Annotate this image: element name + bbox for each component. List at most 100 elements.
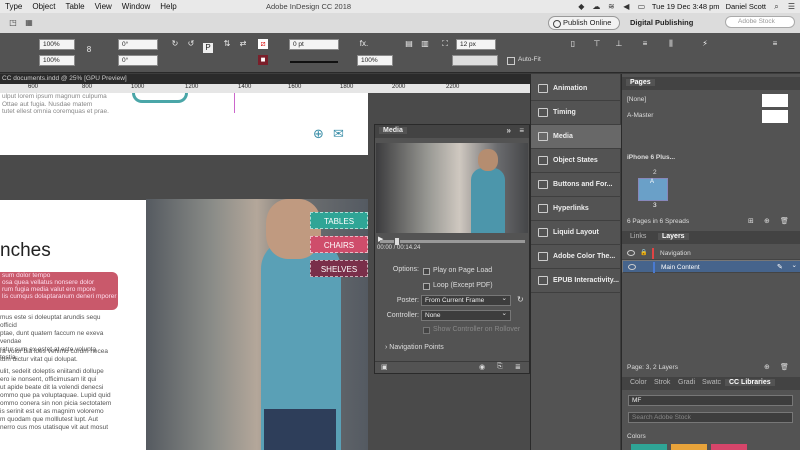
fit-frame-icon[interactable]: ⛶ (440, 39, 450, 49)
intro-box[interactable]: sum dolor tempo osa quea vellatus nonser… (0, 272, 118, 310)
refresh-icon[interactable]: ↻ (517, 295, 524, 304)
menu-object[interactable]: Object (27, 2, 60, 11)
library-swatch[interactable] (671, 444, 707, 450)
none-thumbnail[interactable] (762, 94, 788, 107)
visibility-eye-icon[interactable] (627, 250, 635, 256)
panel-timing[interactable]: Timing (531, 101, 621, 125)
panel-object-states[interactable]: Object States (531, 149, 621, 173)
navigation-points-toggle[interactable]: › Navigation Points (385, 344, 444, 351)
menu-window[interactable]: Window (117, 2, 155, 11)
library-select[interactable]: MF (628, 395, 793, 406)
library-swatch[interactable] (631, 444, 667, 450)
panel-epub[interactable]: EPUB Interactivity... (531, 269, 621, 293)
none-master[interactable]: [None] (627, 96, 646, 103)
export-icon[interactable]: ⎘ (497, 363, 503, 371)
collapse-icon[interactable]: » (507, 126, 511, 135)
preview-icon[interactable]: ◉ (479, 363, 485, 371)
new-page-icon[interactable]: ⊕ (764, 217, 770, 225)
scale-x-field[interactable]: 100% (39, 39, 75, 50)
constrain-proportions-icon[interactable]: 8 (84, 45, 94, 55)
options-menu-icon[interactable]: ≣ (515, 363, 521, 371)
select-container-icon[interactable]: ⇅ (222, 39, 232, 49)
stroke-type-preview[interactable] (290, 61, 338, 63)
panel-buttons-forms[interactable]: Buttons and For... (531, 173, 621, 197)
panel-adobe-color[interactable]: Adobe Color The... (531, 245, 621, 269)
pen-icon[interactable]: ✎ (777, 261, 783, 274)
distribute-horizontal-icon[interactable]: ⫼ (666, 39, 676, 49)
user-name[interactable]: Daniel Scott (726, 2, 766, 11)
dropbox-icon[interactable]: ◆ (577, 2, 586, 11)
visibility-eye-icon[interactable] (628, 264, 636, 270)
color-tab[interactable]: Color (630, 379, 647, 386)
new-layer-icon[interactable]: ⊕ (764, 363, 770, 371)
gap-size-field[interactable]: 12 px (456, 39, 496, 50)
place-video-icon[interactable]: ▣ (381, 363, 388, 371)
menu-help[interactable]: Help (155, 2, 181, 11)
lock-icon[interactable]: 🔒 (640, 247, 647, 260)
video-preview[interactable] (376, 143, 528, 233)
battery-icon[interactable]: ▭ (637, 2, 646, 11)
menu-table[interactable]: Table (60, 2, 89, 11)
distribute-vertical-icon[interactable]: ≡ (640, 39, 650, 49)
rotate-field[interactable]: 0° (118, 39, 158, 50)
reference-point-icon[interactable]: P (203, 43, 213, 53)
quick-apply-icon[interactable]: ⚡ (700, 39, 710, 49)
auto-fit-checkbox[interactable] (507, 57, 515, 65)
media-panel-tab[interactable]: Media (379, 127, 407, 134)
tag-tables-button[interactable]: TABLES (310, 212, 368, 229)
a-master[interactable]: A-Master (627, 112, 653, 119)
align-top-icon[interactable]: ⊤ (592, 39, 602, 49)
spotlight-icon[interactable]: ⌕ (772, 2, 781, 11)
menu-view[interactable]: View (90, 2, 117, 11)
fill-swatch-icon[interactable]: ⧄ (258, 39, 268, 49)
rotate-cw-icon[interactable]: ↻ (170, 39, 180, 49)
workspace-switcher[interactable]: Digital Publishing (630, 18, 693, 27)
page-thumbnail-2[interactable]: A (638, 178, 668, 201)
opacity-field[interactable]: 100% (357, 55, 393, 66)
mail-icon[interactable]: ✉ (333, 126, 344, 142)
body-paragraph-3[interactable]: ulit, sedelit doleptis eniitandi dollupe… (0, 368, 112, 432)
loop-checkbox[interactable] (423, 283, 430, 290)
video-frame-image[interactable]: TABLES CHAIRS SHELVES (146, 199, 368, 450)
colors-section-label[interactable]: Colors (627, 433, 646, 440)
library-search[interactable]: Search Adobe Stock (628, 412, 793, 423)
select-next-icon[interactable]: ⇄ (238, 39, 248, 49)
tag-chairs-button[interactable]: CHAIRS (310, 236, 368, 253)
page-size-icon[interactable]: ⊞ (748, 217, 754, 225)
page-spread-2[interactable]: nches sum dolor tempo osa quea vellatus … (0, 200, 146, 450)
library-swatch[interactable] (711, 444, 747, 450)
panel-liquid-layout[interactable]: Liquid Layout (531, 221, 621, 245)
volume-icon[interactable]: ◀ (622, 2, 631, 11)
panel-menu-icon[interactable]: ≡ (770, 39, 780, 49)
effects-label[interactable]: fx. (357, 39, 371, 49)
globe-icon[interactable]: ⊕ (313, 126, 324, 142)
play-on-load-checkbox[interactable] (423, 268, 430, 275)
delete-page-icon[interactable]: 🗑 (780, 217, 789, 225)
cloud-icon[interactable]: ☁ (592, 2, 601, 11)
show-controller-checkbox[interactable] (423, 327, 430, 334)
page-spread-1[interactable]: ulput lorem ipsum magnum culpuma Ottae a… (0, 93, 368, 155)
layer-navigation[interactable]: 🔒 Navigation (622, 247, 800, 260)
zoom-level-icon[interactable]: ▦ (24, 18, 34, 28)
links-tab[interactable]: Links (630, 233, 646, 240)
gradient-tab[interactable]: Gradi (678, 379, 695, 386)
panel-media[interactable]: Media (531, 125, 621, 149)
controller-select[interactable]: None (421, 309, 511, 321)
tag-shelves-button[interactable]: SHELVES (310, 260, 368, 277)
stroke-swatch-icon[interactable]: ■ (258, 55, 268, 65)
a-master-thumbnail[interactable] (762, 110, 788, 123)
panel-animation[interactable]: Animation (531, 77, 621, 101)
layer-main-content[interactable]: Main Content ✎ (622, 259, 800, 274)
shear-field[interactable]: 0° (118, 55, 158, 66)
layers-tab[interactable]: Layers (658, 233, 689, 240)
go-to-bridge-icon[interactable]: ◳ (8, 18, 18, 28)
distribute-icon[interactable]: ▯ (568, 39, 578, 49)
stroke-weight-field[interactable]: 0 pt (289, 39, 339, 50)
swatches-tab[interactable]: Swatc (702, 379, 721, 386)
panel-menu-icon[interactable]: ≡ (519, 126, 524, 135)
cc-libraries-tab[interactable]: CC Libraries (725, 379, 775, 386)
rotate-ccw-icon[interactable]: ↺ (186, 39, 196, 49)
body-paragraph-2[interactable]: ra volor bia ibes venimo corum necea tum… (0, 348, 112, 364)
clock[interactable]: Tue 19 Dec 3:48 pm (652, 2, 720, 11)
scale-y-field[interactable]: 100% (39, 55, 75, 66)
